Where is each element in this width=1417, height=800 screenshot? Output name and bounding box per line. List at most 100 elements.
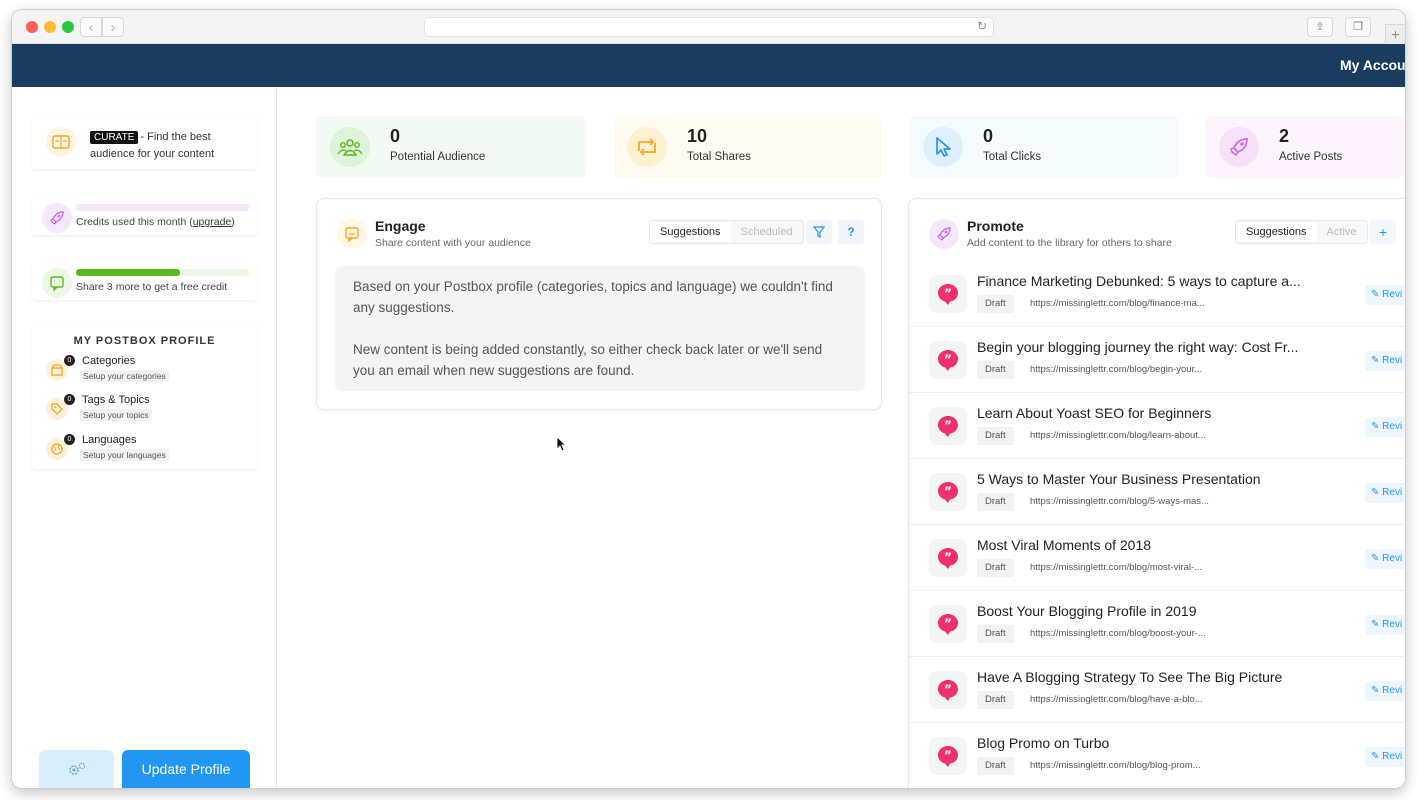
- help-button[interactable]: ?: [838, 220, 864, 244]
- close-window-button[interactable]: [26, 21, 38, 33]
- share-icon[interactable]: ⇪: [1307, 17, 1333, 37]
- credits-label-text: Credits used this month (: [76, 216, 193, 228]
- update-profile-button[interactable]: Update Profile: [122, 750, 250, 788]
- quote-bubble-icon: ”: [929, 473, 967, 511]
- browser-titlebar: ‹ › ↻ ⇪ ❐ +: [12, 10, 1405, 44]
- review-label: Revi: [1382, 487, 1403, 498]
- post-status-badge: Draft: [977, 295, 1014, 313]
- post-title[interactable]: 5 Ways to Master Your Business Presentat…: [977, 471, 1322, 487]
- profile-title: MY POSTBOX PROFILE: [73, 335, 216, 347]
- back-arrow-icon[interactable]: ‹: [80, 17, 102, 37]
- review-button[interactable]: ✎ Revi: [1365, 285, 1405, 305]
- post-title[interactable]: Begin your blogging journey the right wa…: [977, 339, 1322, 355]
- minimize-window-button[interactable]: [44, 21, 56, 33]
- mouse-cursor-icon: [556, 436, 566, 452]
- tabs-overview-icon[interactable]: ❐: [1345, 17, 1371, 37]
- curate-card[interactable]: CURATE - Find the best audience for your …: [32, 115, 257, 169]
- browser-window: ‹ › ↻ ⇪ ❐ + My Accou CURATE - Find the be…: [12, 10, 1405, 788]
- credits-label-end: ): [231, 216, 235, 228]
- rocket-icon: [1219, 127, 1259, 167]
- post-title[interactable]: Most Viral Moments of 2018: [977, 537, 1322, 553]
- post-row[interactable]: ” Boost Your Blogging Profile in 2019 Draf…: [909, 591, 1405, 657]
- review-label: Revi: [1382, 421, 1403, 432]
- total-clicks-label: Total Clicks: [983, 151, 1042, 163]
- tags-label: Tags & Topics: [82, 394, 150, 406]
- settings-button[interactable]: [39, 750, 114, 788]
- stat-total-shares: 10 Total Shares: [613, 116, 883, 178]
- engage-tab-scheduled[interactable]: Scheduled: [731, 221, 803, 243]
- review-button[interactable]: ✎ Revi: [1365, 417, 1405, 437]
- postbox-profile-card: MY POSTBOX PROFILE 0 Categories Setup yo…: [32, 323, 257, 469]
- post-title[interactable]: Blog Promo on Turbo: [977, 735, 1322, 751]
- profile-item-tags-topics[interactable]: 0 Tags & Topics Setup your topics: [46, 394, 246, 426]
- post-row[interactable]: ” Have A Blogging Strategy To See The Big…: [909, 657, 1405, 723]
- post-row[interactable]: ” Most Viral Moments of 2018 Draft https://…: [909, 525, 1405, 591]
- review-button[interactable]: ✎ Revi: [1365, 351, 1405, 371]
- post-row[interactable]: ” Learn About Yoast SEO for Beginners Draf…: [909, 393, 1405, 459]
- gears-icon: [68, 762, 85, 775]
- share-progress-fill: [76, 269, 180, 276]
- stat-potential-audience: 0 Potential Audience: [316, 116, 586, 178]
- quote-bubble-icon: ”: [929, 671, 967, 709]
- svg-text:”: ”: [944, 683, 952, 697]
- pencil-icon: ✎: [1371, 751, 1380, 762]
- post-status-badge: Draft: [977, 361, 1014, 379]
- engage-tab-suggestions[interactable]: Suggestions: [650, 221, 731, 243]
- post-status-badge: Draft: [977, 559, 1014, 577]
- address-bar[interactable]: ↻: [424, 17, 994, 37]
- post-title[interactable]: Have A Blogging Strategy To See The Big …: [977, 669, 1322, 685]
- post-title[interactable]: Finance Marketing Debunked: 5 ways to ca…: [977, 273, 1322, 289]
- stat-active-posts: 2 Active Posts: [1205, 116, 1405, 178]
- quote-bubble-icon: ”: [929, 407, 967, 445]
- quote-bubble-icon: ”: [929, 341, 967, 379]
- promote-panel: Promote Add content to the library for o…: [908, 198, 1405, 788]
- promote-title: Promote: [967, 218, 1024, 234]
- new-tab-icon[interactable]: +: [1385, 24, 1405, 44]
- svg-text:”: ”: [944, 749, 952, 763]
- post-row[interactable]: ” Begin your blogging journey the right w…: [909, 327, 1405, 393]
- post-url: https://missinglettr.com/blog/finance-ma…: [1030, 298, 1205, 309]
- post-url: https://missinglettr.com/blog/begin-your…: [1030, 364, 1203, 375]
- post-title[interactable]: Boost Your Blogging Profile in 2019: [977, 603, 1322, 619]
- question-icon: ?: [847, 225, 855, 239]
- post-row[interactable]: ” Blog Promo on Turbo Draft https://missing…: [909, 723, 1405, 788]
- rocket-icon: [42, 203, 72, 233]
- share-credit-card: Share 3 more to get a free credit: [32, 264, 257, 300]
- post-title[interactable]: Learn About Yoast SEO for Beginners: [977, 405, 1322, 421]
- upgrade-link[interactable]: upgrade: [193, 216, 232, 228]
- review-label: Revi: [1382, 289, 1403, 300]
- forward-arrow-icon[interactable]: ›: [102, 17, 124, 37]
- total-clicks-value: 0: [983, 126, 994, 146]
- engage-panel: Engage Share content with your audience …: [316, 198, 882, 410]
- total-shares-label: Total Shares: [687, 151, 751, 163]
- svg-text:”: ”: [944, 617, 952, 631]
- profile-item-categories[interactable]: 0 Categories Setup your categories: [46, 355, 246, 387]
- post-url: https://missinglettr.com/blog/boost-your…: [1030, 628, 1206, 639]
- promote-tab-suggestions[interactable]: Suggestions: [1236, 221, 1317, 243]
- profile-item-languages[interactable]: 0 Languages Setup your languages: [46, 434, 246, 466]
- review-label: Revi: [1382, 751, 1403, 762]
- svg-text:”: ”: [944, 551, 952, 565]
- promote-tab-active[interactable]: Active: [1317, 221, 1367, 243]
- post-status-badge: Draft: [977, 427, 1014, 445]
- share-label: Share 3 more to get a free credit: [76, 281, 228, 293]
- post-row[interactable]: ” Finance Marketing Debunked: 5 ways to c…: [909, 261, 1405, 327]
- filter-button[interactable]: [806, 220, 832, 244]
- categories-label: Categories: [82, 355, 136, 367]
- review-button[interactable]: ✎ Revi: [1365, 615, 1405, 635]
- review-button[interactable]: ✎ Revi: [1365, 681, 1405, 701]
- review-button[interactable]: ✎ Revi: [1365, 483, 1405, 503]
- reload-icon[interactable]: ↻: [977, 19, 987, 33]
- engage-tabs: Suggestions Scheduled: [649, 220, 804, 244]
- potential-audience-label: Potential Audience: [390, 151, 486, 163]
- languages-label: Languages: [82, 434, 137, 446]
- post-row[interactable]: ” 5 Ways to Master Your Business Presenta…: [909, 459, 1405, 525]
- maximize-window-button[interactable]: [62, 21, 74, 33]
- my-account-menu[interactable]: My Accou: [1340, 57, 1405, 73]
- post-url: https://missinglettr.com/blog/learn-abou…: [1030, 430, 1206, 441]
- review-button[interactable]: ✎ Revi: [1365, 549, 1405, 569]
- add-post-button[interactable]: +: [1370, 220, 1396, 244]
- review-label: Revi: [1382, 619, 1403, 630]
- post-status-badge: Draft: [977, 625, 1014, 643]
- review-button[interactable]: ✎ Revi: [1365, 747, 1405, 767]
